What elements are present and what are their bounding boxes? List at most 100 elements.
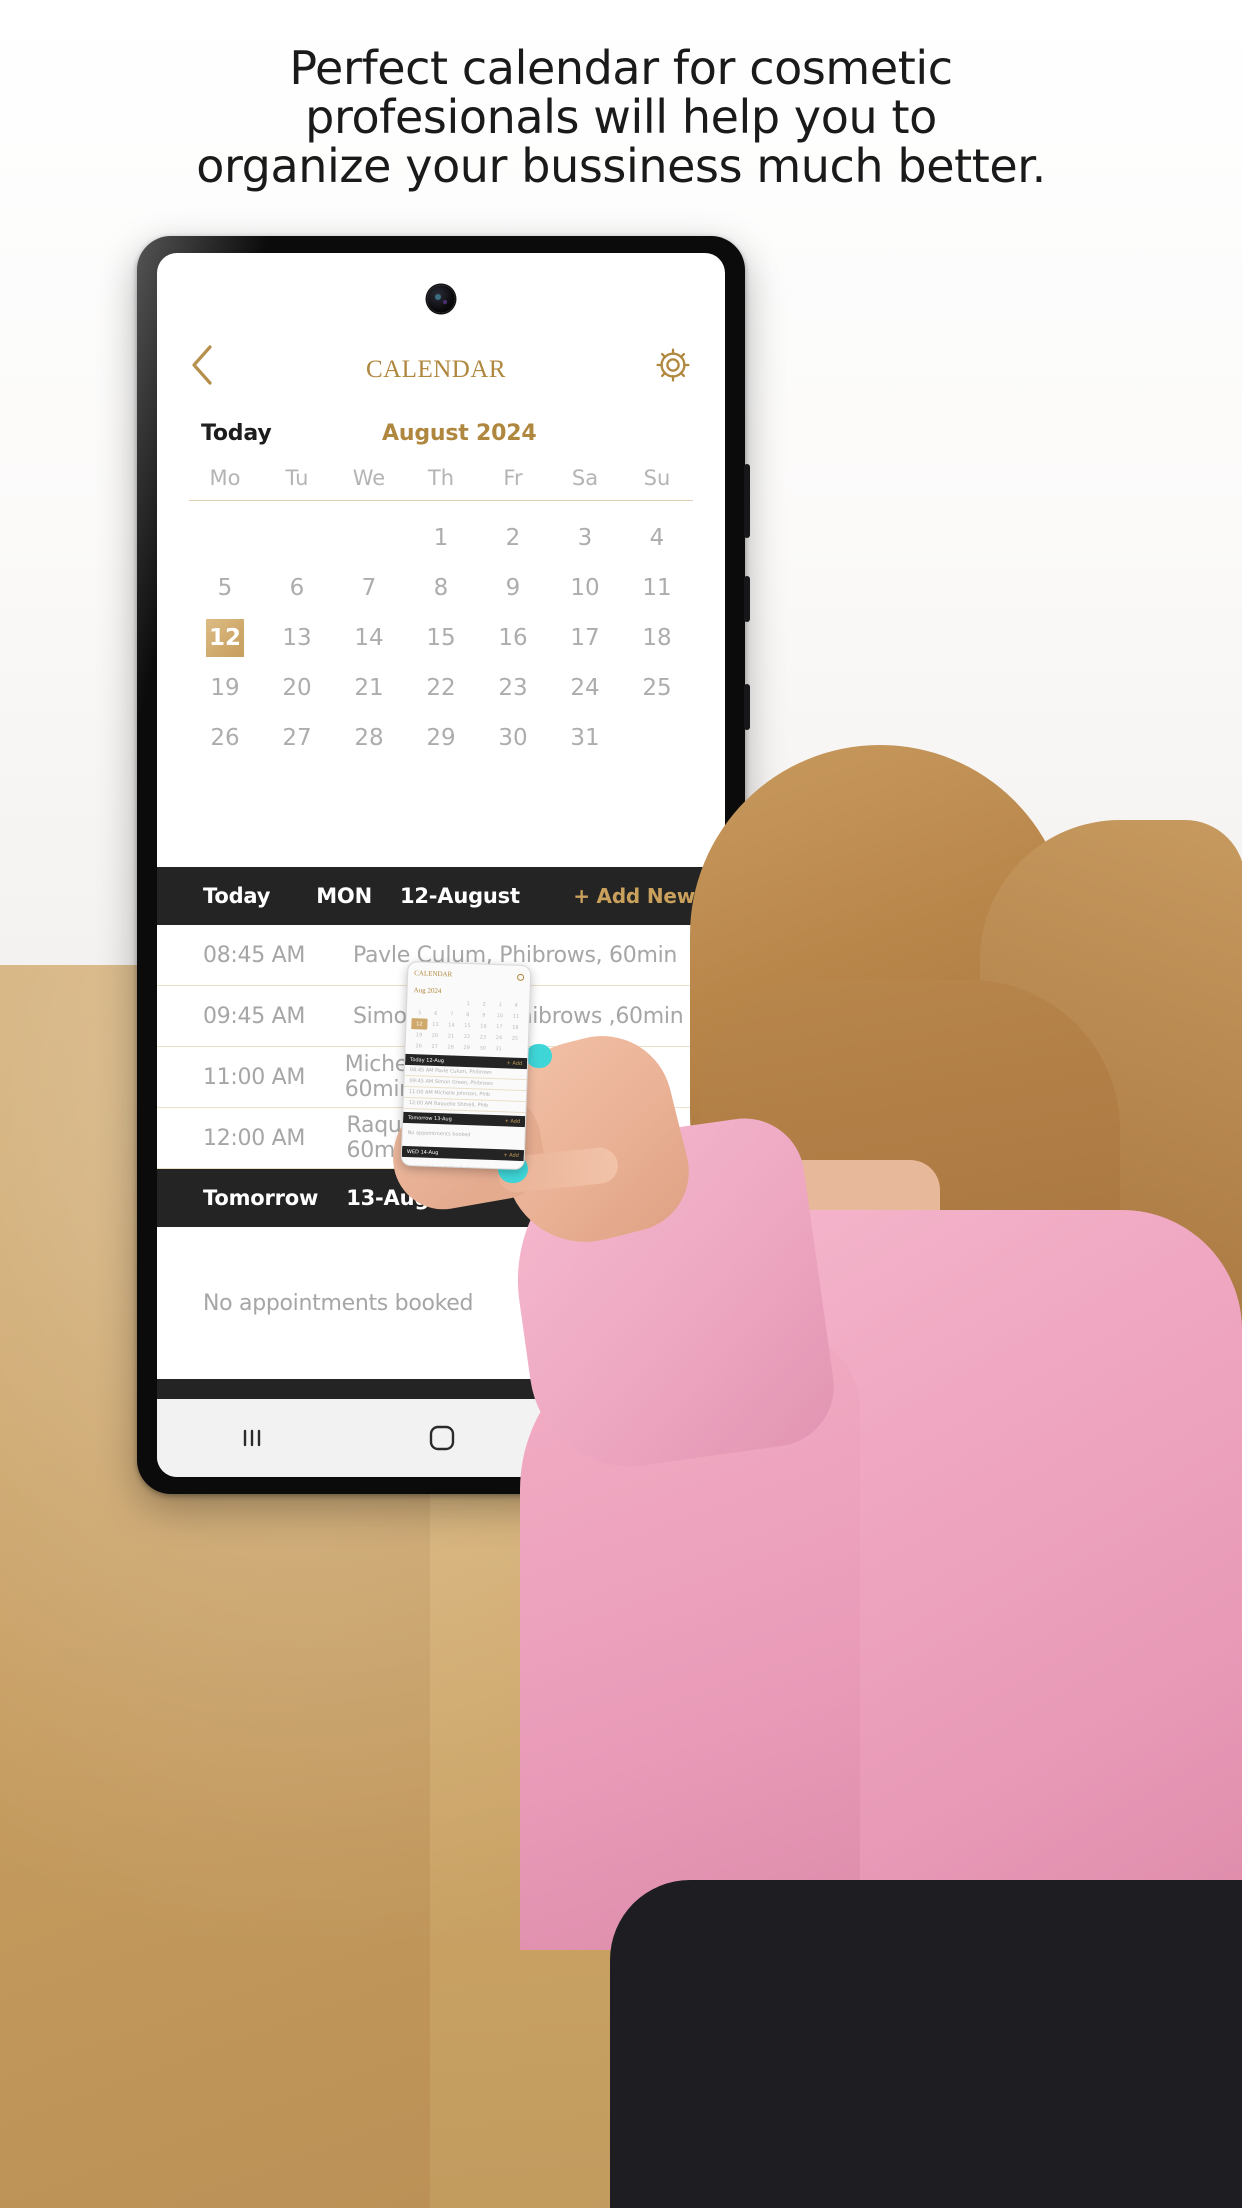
mini-calendar-grid[interactable]: 1 2 3 4 5 6 7 8 9 10 11 12 13 14 15 16 17 18 19 20 21 22 23 24 2… [405,996,529,1055]
add-new-button[interactable]: + Add New [573,1186,695,1210]
calendar-day-number: 9 [505,575,521,601]
calendar-day-selected[interactable]: 12 [189,613,261,663]
current-month-label[interactable]: August 2024 [271,421,647,446]
calendar-day-cell[interactable]: 5 [189,563,261,613]
appointment-time: 09:45 AM [203,1003,306,1029]
calendar-day-cell[interactable]: 20 [261,663,333,713]
mini-calendar-day[interactable]: 1 [460,998,476,1010]
calendar-day-cell[interactable]: 19 [189,663,261,713]
calendar-day-cell[interactable]: 3 [549,513,621,563]
agenda-day-header[interactable]: WED14-August+ Add New [157,1379,725,1399]
calendar-day-number: 21 [354,675,384,701]
mini-calendar-day[interactable]: 19 [411,1029,427,1041]
mini-calendar-day[interactable]: 20 [427,1030,443,1042]
mini-calendar-day[interactable]: 15 [459,1020,475,1032]
mini-calendar-day[interactable]: 25 [507,1032,523,1044]
mini-calendar-day[interactable]: 27 [426,1041,442,1053]
calendar-day-cell[interactable]: 14 [333,613,405,663]
mini-empty-slot: No appointments booked [407,1130,471,1139]
handheld-phone-mockup: CALENDAR Aug 2024 1 2 3 4 5 6 7 8 9 10 11 12 13 14 15 1… [400,960,532,1171]
mini-calendar-day[interactable]: 6 [428,1008,444,1020]
mini-calendar-day[interactable]: 14 [443,1019,459,1031]
agenda-day-header[interactable]: Tomorrow 13-August + Add New [157,1169,725,1227]
mini-calendar-day[interactable]: 9 [476,1009,492,1021]
mini-gear-icon[interactable] [517,973,525,981]
calendar-day-cell[interactable]: 15 [405,613,477,663]
mini-add-new-2[interactable]: + Add [505,1118,521,1125]
mini-calendar-day[interactable]: 23 [475,1031,491,1043]
calendar-day-number: 19 [210,675,240,701]
agenda-empty-state: No appointments booked [157,1227,725,1379]
recents-icon[interactable] [237,1423,267,1453]
chevron-left-icon[interactable] [189,342,219,388]
add-new-button[interactable]: + Add New [573,884,695,908]
calendar-day-cell[interactable]: 28 [333,713,405,763]
calendar-day-cell[interactable]: 2 [477,513,549,563]
phone-volume-button[interactable] [744,464,750,538]
calendar-day-cell[interactable]: 24 [549,663,621,713]
mini-add-new-1[interactable]: + Add [507,1060,523,1067]
agenda-day-header[interactable]: Today MON 12-August + Add New [157,867,725,925]
day-name-we: We [352,466,386,490]
calendar-day-cell[interactable]: 6 [261,563,333,613]
mini-day-bar-1-label: Today 12-Aug [410,1056,445,1064]
calendar-day-cell[interactable]: 17 [549,613,621,663]
mini-calendar-day[interactable]: 21 [443,1030,459,1042]
mini-calendar-day[interactable]: 29 [458,1042,474,1054]
mini-calendar-day[interactable]: 8 [460,1009,476,1021]
mini-calendar-day[interactable]: 4 [508,999,524,1011]
app-header: CALENDAR [157,327,725,403]
calendar-day-number: 13 [282,625,312,651]
calendar-day-cell[interactable]: 8 [405,563,477,613]
mini-calendar-day[interactable]: 24 [491,1032,507,1044]
mini-calendar-day[interactable]: 7 [444,1008,460,1020]
mini-calendar-day[interactable]: 18 [507,1021,523,1033]
calendar-day-cell[interactable]: 16 [477,613,549,663]
calendar-day-number: 2 [505,525,521,551]
mini-calendar-day[interactable]: 16 [475,1020,491,1032]
calendar-day-cell[interactable]: 9 [477,563,549,613]
calendar-day-cell[interactable]: 10 [549,563,621,613]
calendar-day-number: 27 [282,725,312,751]
calendar-day-number: 8 [433,575,449,601]
calendar-day-cell[interactable]: 30 [477,713,549,763]
mini-calendar-day[interactable]: 5 [412,1007,428,1019]
gear-icon[interactable] [653,345,693,385]
calendar-day-cell[interactable]: 29 [405,713,477,763]
calendar-day-number: 23 [498,675,528,701]
calendar-day-cell[interactable]: 25 [621,663,693,713]
calendar-day-cell[interactable]: 21 [333,663,405,713]
calendar-day-cell[interactable]: 22 [405,663,477,713]
calendar-day-cell[interactable]: 7 [333,563,405,613]
calendar-day-number: 20 [282,675,312,701]
mini-calendar-day[interactable]: 11 [508,1010,524,1022]
calendar-day-cell[interactable]: 1 [405,513,477,563]
calendar-day-cell[interactable]: 11 [621,563,693,613]
mini-calendar-day[interactable]: 31 [490,1043,506,1055]
calendar-day-cell[interactable]: 4 [621,513,693,563]
mini-calendar-day[interactable]: 10 [492,1010,508,1022]
mini-calendar-day[interactable]: 13 [427,1019,443,1031]
calendar-day-cell[interactable]: 13 [261,613,333,663]
calendar-day-cell[interactable]: 18 [621,613,693,663]
calendar-day-cell[interactable]: 23 [477,663,549,713]
mini-calendar-day[interactable]: 17 [491,1021,507,1033]
home-icon[interactable] [426,1422,458,1454]
mini-calendar-day[interactable]: 28 [442,1041,458,1053]
day-name-fr: Fr [503,466,523,490]
back-icon[interactable] [617,1423,645,1453]
mini-calendar-day[interactable]: 2 [476,998,492,1010]
calendar-days-grid[interactable]: 1 2 3 4 5 6 7 8 9 10 11 12 13 14 15 16 17 18 19 20 21 22 23 24 2… [189,501,693,763]
mini-calendar-day[interactable]: 30 [474,1042,490,1054]
mini-calendar-day[interactable]: 12 [411,1018,428,1030]
phone-power-button[interactable] [744,576,750,622]
today-button[interactable]: Today [201,421,272,446]
calendar-day-cell[interactable]: 31 [549,713,621,763]
mini-calendar-day[interactable]: 3 [492,999,508,1011]
mini-calendar-day[interactable]: 26 [410,1040,426,1052]
mini-calendar-day[interactable]: 22 [459,1031,475,1043]
mini-add-new-3[interactable]: + Add [503,1152,519,1159]
calendar-day-cell[interactable]: 26 [189,713,261,763]
phone-side-button[interactable] [744,684,750,730]
calendar-day-cell[interactable]: 27 [261,713,333,763]
